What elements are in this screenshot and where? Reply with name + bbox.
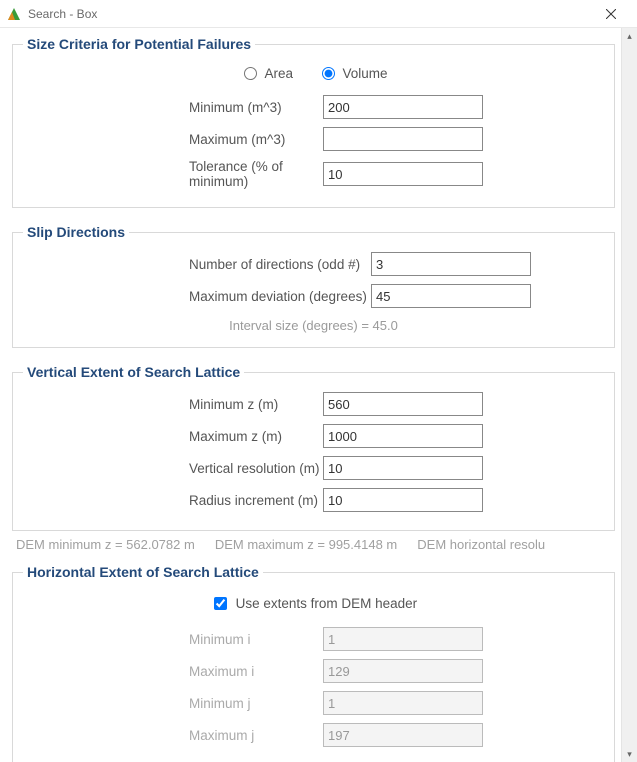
horizontal-legend: Horizontal Extent of Search Lattice [23,564,263,580]
dem-info: DEM minimum z = 562.0782 m DEM maximum z… [12,537,615,552]
minz-input[interactable] [323,392,483,416]
min-row: Minimum (m^3) [23,91,604,123]
vertical-scrollbar[interactable]: ▴ ▾ [621,28,637,762]
vertical-legend: Vertical Extent of Search Lattice [23,364,244,380]
tol-label: Tolerance (% of minimum) [23,159,323,189]
tol-input[interactable] [323,162,483,186]
dem-hres: DEM horizontal resolu [417,537,545,552]
area-radio-text: Area [264,66,293,81]
use-dem-row: Use extents from DEM header [23,588,604,623]
scroll-down-icon[interactable]: ▾ [622,746,637,762]
rinc-row: Radius increment (m) [23,484,604,516]
close-icon [606,9,616,19]
tol-row: Tolerance (% of minimum) [23,155,604,193]
numdir-row: Number of directions (odd #) [23,248,604,280]
horizontal-group: Horizontal Extent of Search Lattice Use … [12,564,615,762]
maxz-input[interactable] [323,424,483,448]
minz-label: Minimum z (m) [23,397,323,412]
maxi-row: Maximum i [23,655,604,687]
window-title: Search - Box [28,7,591,21]
maxj-label: Maximum j [23,728,323,743]
mini-row: Minimum i [23,623,604,655]
minj-input [323,691,483,715]
maxdev-label: Maximum deviation (degrees) [23,289,371,304]
min-input[interactable] [323,95,483,119]
maxj-input [323,723,483,747]
maxi-input [323,659,483,683]
size-criteria-group: Size Criteria for Potential Failures Are… [12,36,615,208]
numdir-label: Number of directions (odd #) [23,257,371,272]
titlebar: Search - Box [0,0,637,28]
size-criteria-radios: Area Volume [23,60,604,91]
use-dem-label[interactable]: Use extents from DEM header [210,596,417,611]
volume-radio-text: Volume [343,66,388,81]
maxdev-input[interactable] [371,284,531,308]
vres-label: Vertical resolution (m) [23,461,323,476]
use-dem-text: Use extents from DEM header [236,596,418,611]
minj-row: Minimum j [23,687,604,719]
max-label: Maximum (m^3) [23,132,323,147]
dem-maxz: DEM maximum z = 995.4148 m [215,537,397,552]
min-label: Minimum (m^3) [23,100,323,115]
area-radio-label[interactable]: Area [239,66,296,81]
maxz-row: Maximum z (m) [23,420,604,452]
dialog-body: Size Criteria for Potential Failures Are… [0,28,621,762]
rinc-input[interactable] [323,488,483,512]
maxj-row: Maximum j [23,719,604,751]
minz-row: Minimum z (m) [23,388,604,420]
slip-legend: Slip Directions [23,224,129,240]
rinc-label: Radius increment (m) [23,493,323,508]
max-row: Maximum (m^3) [23,123,604,155]
maxz-label: Maximum z (m) [23,429,323,444]
slip-group: Slip Directions Number of directions (od… [12,224,615,348]
volume-radio-label[interactable]: Volume [317,66,388,81]
interval-hint: Interval size (degrees) = 45.0 [23,312,604,333]
use-dem-checkbox[interactable] [214,597,227,610]
vres-row: Vertical resolution (m) [23,452,604,484]
app-icon [6,6,22,22]
mini-label: Minimum i [23,632,323,647]
max-input[interactable] [323,127,483,151]
scroll-up-icon[interactable]: ▴ [622,28,637,44]
maxdev-row: Maximum deviation (degrees) [23,280,604,312]
maxi-label: Maximum i [23,664,323,679]
close-button[interactable] [591,0,631,28]
minj-label: Minimum j [23,696,323,711]
area-radio[interactable] [244,67,257,80]
numdir-input[interactable] [371,252,531,276]
vres-input[interactable] [323,456,483,480]
vertical-group: Vertical Extent of Search Lattice Minimu… [12,364,615,531]
mini-input [323,627,483,651]
size-criteria-legend: Size Criteria for Potential Failures [23,36,255,52]
dem-minz: DEM minimum z = 562.0782 m [16,537,195,552]
volume-radio[interactable] [322,67,335,80]
